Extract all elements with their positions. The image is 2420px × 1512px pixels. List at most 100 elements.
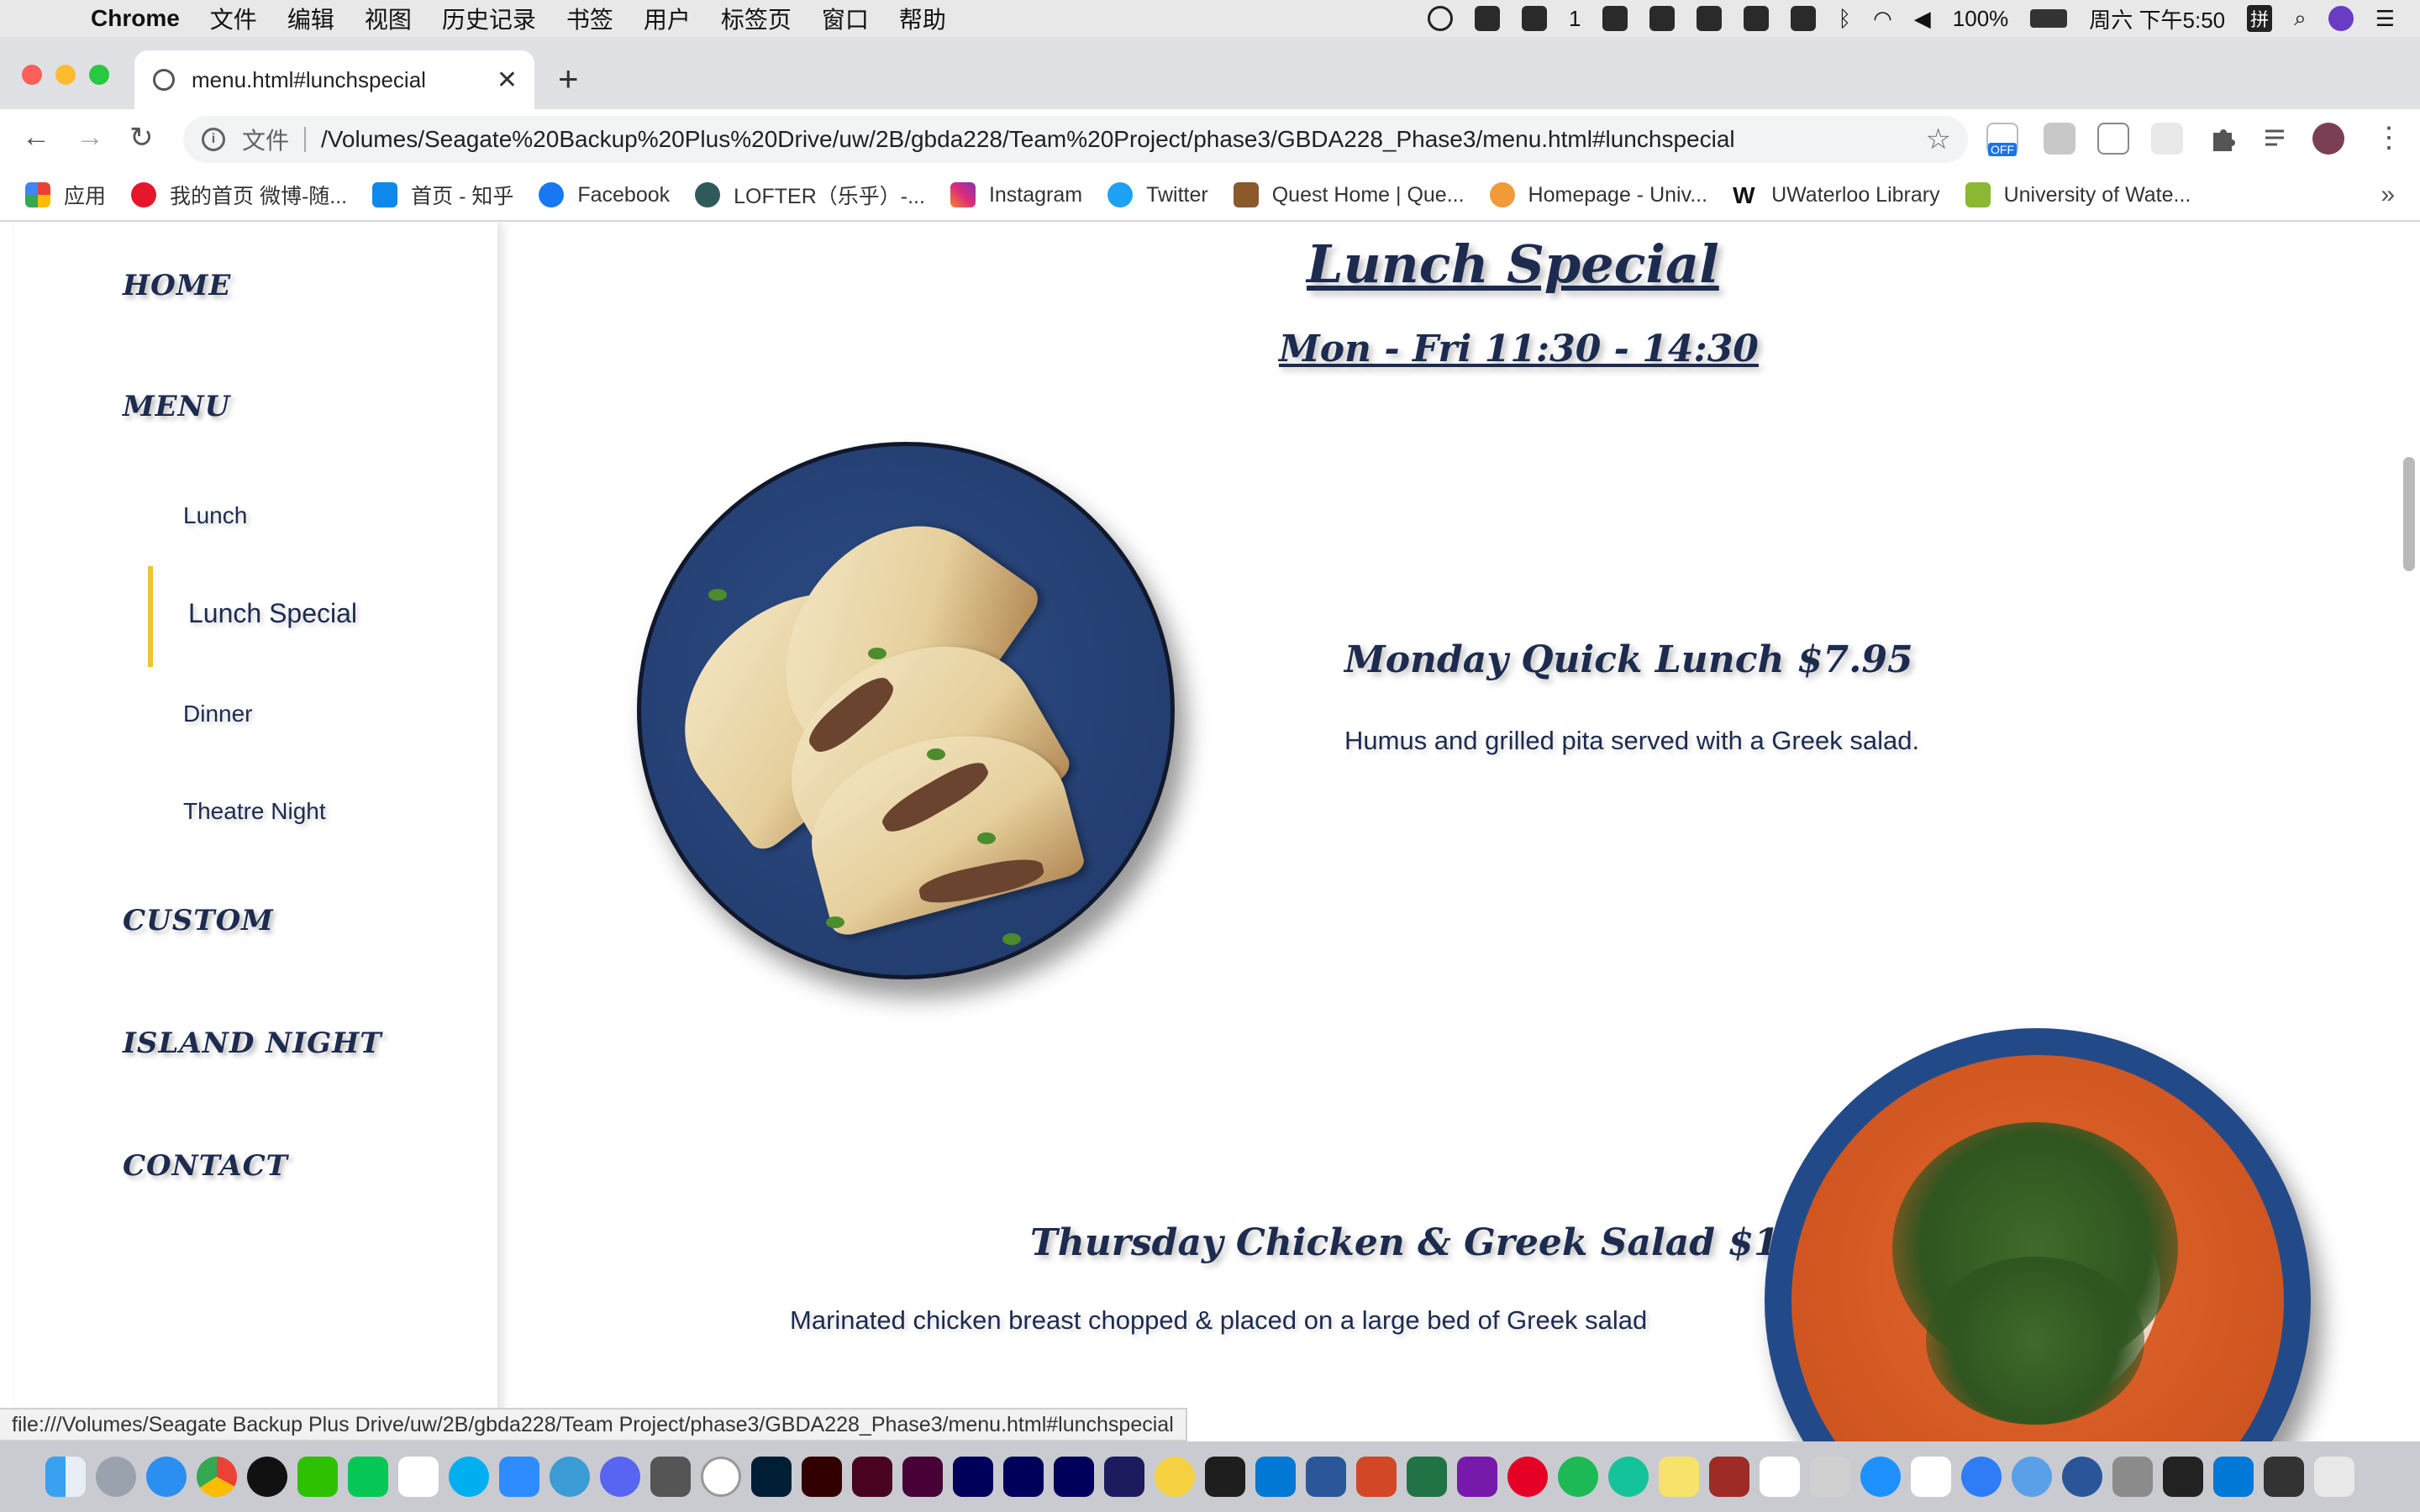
illustrator-icon[interactable]: [802, 1457, 842, 1497]
audition-icon[interactable]: [953, 1457, 993, 1497]
window-zoom-button[interactable]: [89, 65, 109, 85]
tab-close-icon[interactable]: ✕: [497, 66, 518, 95]
bookmark-uwaterloo-library[interactable]: W UWaterloo Library: [1733, 182, 1940, 208]
after-effects-icon[interactable]: [1003, 1457, 1044, 1497]
reload-icon[interactable]: ↻: [129, 121, 154, 155]
outlook-icon[interactable]: [1255, 1457, 1296, 1497]
wechat-icon[interactable]: [1522, 6, 1548, 31]
address-url[interactable]: /Volumes/Seagate%20Backup%20Plus%20Drive…: [321, 126, 1735, 153]
nav-contact[interactable]: CONTACT: [123, 1149, 288, 1183]
nav-home[interactable]: HOME: [123, 269, 231, 302]
page-scrollbar-thumb[interactable]: [2403, 457, 2415, 571]
bookmark-facebook[interactable]: Facebook: [539, 182, 670, 207]
nav-sub-dinner[interactable]: Dinner: [183, 701, 252, 727]
finder-icon[interactable]: [45, 1457, 86, 1497]
grid-extension-icon[interactable]: [2151, 123, 2183, 155]
safari-icon[interactable]: [146, 1457, 187, 1497]
dictionary-icon[interactable]: [1709, 1457, 1749, 1497]
menubar-item-edit[interactable]: 编辑: [287, 2, 334, 35]
qq-icon[interactable]: [247, 1457, 287, 1497]
window-close-button[interactable]: [22, 65, 42, 85]
netease-music-icon[interactable]: [1507, 1457, 1548, 1497]
word-icon[interactable]: [1306, 1457, 1346, 1497]
address-bar[interactable]: i 文件 /Volumes/Seagate%20Backup%20Plus%20…: [183, 116, 1968, 163]
bird-icon[interactable]: [1697, 6, 1723, 31]
wifi-icon[interactable]: ◠: [1873, 6, 1892, 32]
back-arrow-icon[interactable]: ←: [22, 121, 50, 154]
camera-icon[interactable]: [650, 1457, 691, 1497]
preview-icon[interactable]: [1810, 1457, 1850, 1497]
chrome-icon[interactable]: [197, 1457, 237, 1497]
extension-off-icon[interactable]: OFF: [1986, 123, 2018, 156]
trash-icon[interactable]: [2314, 1457, 2354, 1497]
onenote-icon[interactable]: [1457, 1457, 1497, 1497]
bookmark-quest[interactable]: Quest Home | Que...: [1233, 182, 1465, 207]
menubar-item-bookmarks[interactable]: 书签: [566, 2, 613, 35]
bookmark-homepage[interactable]: Homepage - Univ...: [1489, 182, 1707, 207]
premiere-icon[interactable]: [1054, 1457, 1094, 1497]
display-icon[interactable]: [1791, 6, 1817, 31]
bookmark-university[interactable]: University of Wate...: [1965, 182, 2191, 207]
battery-icon[interactable]: [2030, 9, 2068, 28]
profile-avatar[interactable]: [2312, 123, 2344, 155]
stack-icon[interactable]: [1744, 6, 1770, 31]
bookmark-zhihu[interactable]: 首页 - 知乎: [372, 180, 513, 210]
spotify-icon[interactable]: [1558, 1457, 1598, 1497]
app-icon[interactable]: [701, 1457, 741, 1497]
edge-icon[interactable]: [2062, 1457, 2102, 1497]
menubar-item-view[interactable]: 视图: [365, 2, 412, 35]
bookmark-twitter[interactable]: Twitter: [1107, 182, 1208, 207]
nav-sub-lunch-special[interactable]: Lunch Special: [188, 598, 357, 629]
powerpoint-icon[interactable]: [1356, 1457, 1397, 1497]
bookmark-star-icon[interactable]: ☆: [1926, 123, 1951, 156]
excel-icon[interactable]: [1407, 1457, 1447, 1497]
app-icon[interactable]: [550, 1457, 590, 1497]
window-minimize-button[interactable]: [55, 65, 76, 85]
xd-icon[interactable]: [902, 1457, 943, 1497]
site-info-icon[interactable]: i: [202, 128, 225, 151]
control-list-icon[interactable]: ☰: [2375, 6, 2395, 32]
focus-circle-icon[interactable]: [1428, 6, 1454, 31]
figma-icon[interactable]: [1205, 1457, 1245, 1497]
launchpad-icon[interactable]: [96, 1457, 136, 1497]
vscode-icon[interactable]: [2213, 1457, 2254, 1497]
nav-menu[interactable]: MENU: [123, 390, 230, 423]
translate-extension-icon[interactable]: [2044, 123, 2075, 155]
photoshop-icon[interactable]: [751, 1457, 792, 1497]
menubar-item-tab[interactable]: 标签页: [721, 2, 792, 35]
spotlight-search-icon[interactable]: ⌕: [2294, 5, 2307, 32]
eyedropper-extension-icon[interactable]: [2097, 123, 2129, 155]
forward-arrow-icon[interactable]: →: [76, 121, 104, 154]
emoji-app-icon[interactable]: [1155, 1457, 1195, 1497]
nav-sub-lunch[interactable]: Lunch: [183, 502, 247, 529]
siri-icon[interactable]: [2328, 6, 2354, 31]
reading-list-icon[interactable]: [2260, 123, 2292, 155]
nav-island-night[interactable]: ISLAND NIGHT: [123, 1026, 382, 1060]
grammarly-icon[interactable]: [1608, 1457, 1649, 1497]
clock[interactable]: 周六 下午5:50: [2089, 3, 2225, 34]
slack-icon[interactable]: [398, 1457, 439, 1497]
terminal-icon[interactable]: [2264, 1457, 2304, 1497]
input-method-icon[interactable]: 拼: [2247, 5, 2273, 32]
stickies-icon[interactable]: [1659, 1457, 1699, 1497]
bookmark-lofter[interactable]: LOFTER（乐乎）-...: [695, 180, 925, 210]
menubar-item-window[interactable]: 窗口: [822, 2, 869, 35]
bookmark-weibo[interactable]: 我的首页 微博-随...: [131, 180, 347, 210]
new-tab-button[interactable]: +: [558, 59, 579, 99]
nav-custom[interactable]: CUSTOM: [123, 904, 274, 937]
activity-monitor-icon[interactable]: [2163, 1457, 2203, 1497]
menubar-item-people[interactable]: 用户: [644, 2, 691, 35]
calendar-icon[interactable]: [1760, 1457, 1800, 1497]
media-encoder-icon[interactable]: [1104, 1457, 1144, 1497]
tray-app-icon[interactable]: [1602, 6, 1628, 31]
browser-tab-active[interactable]: menu.html#lunchspecial ✕: [134, 50, 534, 109]
menubar-app-name[interactable]: Chrome: [91, 5, 180, 32]
nav-sub-theatre-night[interactable]: Theatre Night: [183, 798, 326, 825]
menubar-item-history[interactable]: 历史记录: [442, 2, 536, 35]
app-icon[interactable]: [2112, 1457, 2153, 1497]
bookmark-apps[interactable]: 应用: [25, 180, 106, 210]
skype-icon[interactable]: [449, 1457, 489, 1497]
app-store-icon[interactable]: [1860, 1457, 1901, 1497]
photos-icon[interactable]: [1911, 1457, 1951, 1497]
volume-icon[interactable]: ◀: [1914, 6, 1931, 32]
